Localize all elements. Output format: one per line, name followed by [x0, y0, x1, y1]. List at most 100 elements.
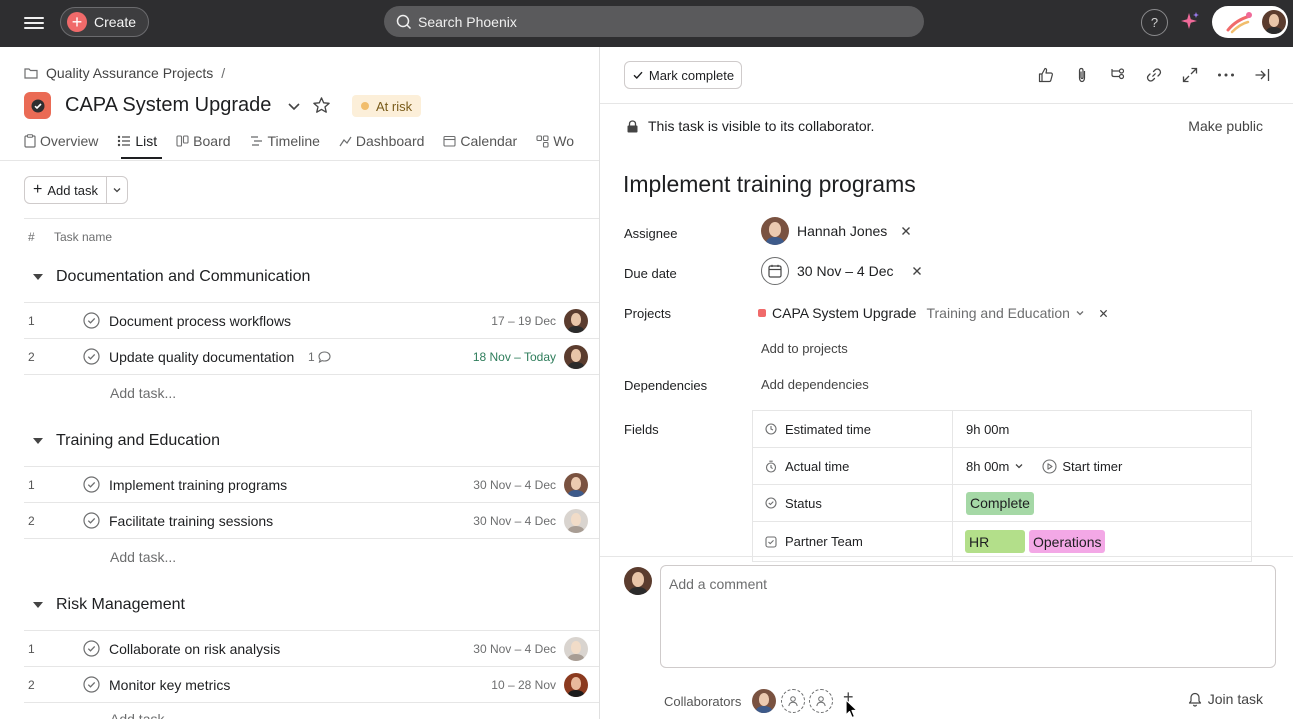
- chevron-down-icon[interactable]: [1014, 461, 1024, 471]
- partner-pill-operations[interactable]: Operations: [1029, 530, 1106, 553]
- tab-dashboard[interactable]: Dashboard: [339, 131, 424, 151]
- comment-input[interactable]: Add a comment: [660, 565, 1276, 668]
- ai-sparkle-icon[interactable]: [1180, 11, 1200, 33]
- remove-project-button[interactable]: [1099, 309, 1108, 318]
- add-task-inline[interactable]: Add task...: [24, 702, 600, 719]
- copy-link-button[interactable]: [1144, 65, 1164, 85]
- assignee-avatar[interactable]: [564, 673, 588, 697]
- tab-list[interactable]: List: [117, 131, 157, 151]
- task-name[interactable]: Collaborate on risk analysis: [109, 641, 280, 657]
- table-row[interactable]: 1 Implement training programs 30 Nov – 4…: [24, 466, 600, 502]
- task-due-date[interactable]: 18 Nov – Today: [473, 350, 556, 364]
- partner-pill-hr[interactable]: HR: [965, 530, 1025, 553]
- add-task-inline[interactable]: Add task...: [24, 374, 600, 410]
- task-name[interactable]: Monitor key metrics: [109, 677, 230, 693]
- section-header[interactable]: Training and Education: [24, 427, 220, 455]
- more-options-button[interactable]: [1216, 65, 1236, 85]
- make-public-button[interactable]: Make public: [1188, 118, 1263, 134]
- start-timer-button[interactable]: Start timer: [1042, 459, 1122, 474]
- assignee-avatar[interactable]: [564, 309, 588, 333]
- like-button[interactable]: [1036, 65, 1056, 85]
- column-header-task-name[interactable]: Task name: [54, 230, 112, 244]
- add-task-dropdown[interactable]: [107, 177, 127, 203]
- complete-check-icon[interactable]: [83, 676, 100, 693]
- hamburger-menu-icon[interactable]: [22, 14, 46, 32]
- complete-check-icon[interactable]: [83, 348, 100, 365]
- task-name[interactable]: Update quality documentation: [109, 349, 294, 365]
- task-name[interactable]: Implement training programs: [109, 477, 287, 493]
- due-date-label: Due date: [624, 266, 677, 281]
- tab-timeline[interactable]: Timeline: [250, 131, 320, 151]
- remove-assignee-button[interactable]: [901, 226, 911, 236]
- due-date-value[interactable]: 30 Nov – 4 Dec: [797, 263, 894, 279]
- project-color-dot: [758, 309, 766, 317]
- task-name[interactable]: Facilitate training sessions: [109, 513, 273, 529]
- assignee-avatar[interactable]: [564, 345, 588, 369]
- tab-workflow[interactable]: Wo: [536, 131, 574, 151]
- status-pill[interactable]: Complete: [966, 491, 1034, 515]
- add-task-inline[interactable]: Add task...: [24, 538, 600, 574]
- project-title[interactable]: CAPA System Upgrade: [65, 94, 271, 117]
- table-row[interactable]: 2 Monitor key metrics 10 – 28 Nov: [24, 666, 600, 702]
- project-icon[interactable]: [24, 92, 51, 119]
- status-value-cell[interactable]: Complete: [953, 485, 1251, 521]
- assignee-avatar[interactable]: [564, 509, 588, 533]
- complete-check-icon[interactable]: [83, 512, 100, 529]
- join-task-button[interactable]: Join task: [1188, 691, 1263, 707]
- assignee-avatar[interactable]: [564, 473, 588, 497]
- tab-board[interactable]: Board: [176, 131, 231, 151]
- create-button[interactable]: + Create: [60, 7, 149, 37]
- add-collaborator-slot[interactable]: [781, 689, 805, 713]
- section-selector[interactable]: Training and Education: [926, 305, 1084, 321]
- complete-check-icon[interactable]: [83, 476, 100, 493]
- actual-time-cell[interactable]: 8h 00m Start timer: [953, 448, 1251, 484]
- collapse-triangle-icon[interactable]: [33, 438, 43, 444]
- chevron-down-icon[interactable]: [286, 98, 302, 114]
- search-input[interactable]: Search Phoenix: [384, 6, 924, 37]
- expand-button[interactable]: [1180, 65, 1200, 85]
- tab-overview[interactable]: Overview: [24, 131, 98, 151]
- breadcrumb[interactable]: Quality Assurance Projects /: [24, 65, 225, 81]
- task-title[interactable]: Implement training programs: [623, 171, 916, 198]
- table-row[interactable]: 2 Facilitate training sessions 30 Nov – …: [24, 502, 600, 538]
- mark-complete-button[interactable]: Mark complete: [624, 61, 742, 89]
- assignee-field[interactable]: Hannah Jones: [761, 217, 911, 245]
- collapse-triangle-icon[interactable]: [33, 274, 43, 280]
- section-header[interactable]: Documentation and Communication: [24, 263, 310, 291]
- attach-button[interactable]: [1072, 65, 1092, 85]
- profile-menu-button[interactable]: [1212, 6, 1288, 38]
- task-due-date[interactable]: 17 – 19 Dec: [491, 314, 556, 328]
- add-collaborator-slot[interactable]: [809, 689, 833, 713]
- comment-count[interactable]: 1: [308, 350, 331, 364]
- complete-check-icon[interactable]: [83, 640, 100, 657]
- subtask-button[interactable]: [1108, 65, 1128, 85]
- table-row[interactable]: 2 Update quality documentation 1 18 Nov …: [24, 338, 600, 374]
- assignee-name[interactable]: Hannah Jones: [797, 223, 887, 239]
- task-due-date[interactable]: 30 Nov – 4 Dec: [473, 478, 556, 492]
- task-due-date[interactable]: 30 Nov – 4 Dec: [473, 642, 556, 656]
- table-row[interactable]: 1 Document process workflows 17 – 19 Dec: [24, 302, 600, 338]
- star-icon[interactable]: [312, 96, 331, 115]
- section-header[interactable]: Risk Management: [24, 591, 185, 619]
- due-date-field[interactable]: 30 Nov – 4 Dec: [761, 257, 922, 285]
- add-dependencies-link[interactable]: Add dependencies: [761, 377, 869, 392]
- complete-check-icon[interactable]: [83, 312, 100, 329]
- collaborator-avatar[interactable]: [752, 689, 776, 713]
- remove-due-date-button[interactable]: [912, 266, 922, 276]
- task-due-date[interactable]: 30 Nov – 4 Dec: [473, 514, 556, 528]
- project-name[interactable]: CAPA System Upgrade: [772, 305, 916, 321]
- breadcrumb-portfolio[interactable]: Quality Assurance Projects: [46, 65, 213, 81]
- help-button[interactable]: ?: [1141, 9, 1168, 36]
- add-task-button[interactable]: + Add task: [25, 177, 107, 203]
- tab-calendar[interactable]: Calendar: [443, 131, 517, 151]
- estimated-time-value[interactable]: 9h 00m: [953, 411, 1251, 447]
- task-due-date[interactable]: 10 – 28 Nov: [491, 678, 556, 692]
- close-pane-button[interactable]: [1252, 65, 1272, 85]
- add-to-projects-link[interactable]: Add to projects: [761, 341, 848, 356]
- table-row[interactable]: 1 Collaborate on risk analysis 30 Nov – …: [24, 630, 600, 666]
- actual-time-value[interactable]: 8h 00m: [966, 459, 1009, 474]
- status-badge[interactable]: At risk: [352, 95, 422, 117]
- collapse-triangle-icon[interactable]: [33, 602, 43, 608]
- assignee-avatar[interactable]: [564, 637, 588, 661]
- task-name[interactable]: Document process workflows: [109, 313, 291, 329]
